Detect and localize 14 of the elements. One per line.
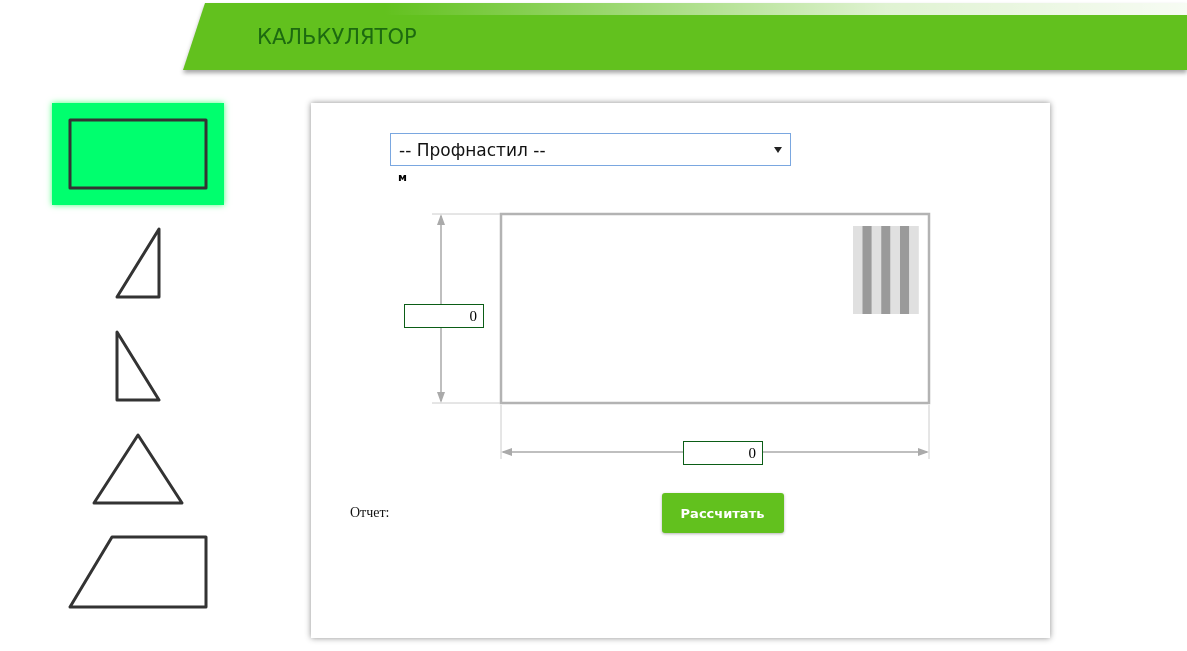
triangle-icon [92, 432, 184, 505]
trapezoid-icon [68, 534, 208, 609]
material-select[interactable]: -- Профнастил -- [390, 133, 791, 166]
width-input[interactable]: 0 [683, 441, 763, 465]
shape-option[interactable] [52, 103, 224, 205]
triangle-icon [115, 226, 161, 299]
metal-sheet-icon [853, 226, 919, 314]
rectangle-icon [68, 118, 208, 190]
unit-label: м [398, 171, 407, 184]
caret-icon [774, 146, 782, 153]
height-input[interactable]: 0 [404, 304, 484, 328]
page-title: КАЛЬКУЛЯТОР [257, 24, 417, 49]
triangle-icon [115, 329, 161, 402]
report-label: Отчет: [350, 505, 390, 521]
